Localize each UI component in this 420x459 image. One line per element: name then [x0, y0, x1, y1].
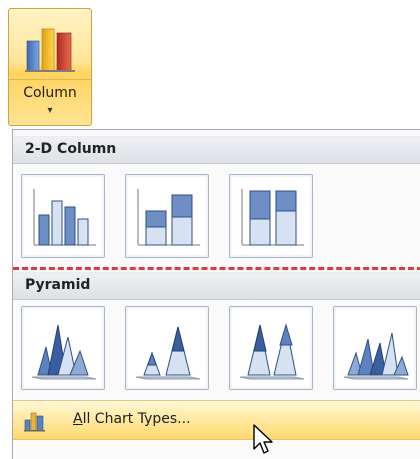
all-chart-types-menu-item[interactable]: All Chart Types... [13, 400, 420, 440]
stacked-pyramid-icon [135, 326, 201, 380]
100-stacked-pyramid-icon [239, 323, 305, 380]
all-chart-types-icon [23, 410, 47, 436]
clustered-column-icon [33, 189, 96, 246]
stacked-pyramid-thumb[interactable] [125, 306, 209, 390]
column-chart-icon [23, 23, 79, 73]
mouse-pointer-icon [253, 424, 275, 459]
chevron-down-icon[interactable]: ▾ [9, 105, 91, 116]
clustered-column-thumb[interactable] [21, 174, 105, 258]
3d-pyramid-thumb[interactable] [333, 306, 417, 390]
column-button-label: Column [23, 85, 77, 101]
column-chart-button[interactable]: Column ▾ [8, 8, 92, 126]
clustered-pyramid-icon [31, 324, 97, 380]
100-stacked-column-thumb[interactable] [229, 174, 313, 258]
100-stacked-column-icon [241, 189, 304, 246]
3d-pyramid-icon [343, 332, 409, 380]
chart-type-gallery: 2-D Column Pyramid All Chart Types... [12, 129, 420, 459]
100-stacked-pyramid-thumb[interactable] [229, 306, 313, 390]
stacked-column-thumb[interactable] [125, 174, 209, 258]
stacked-column-icon [137, 189, 200, 246]
all-chart-types-label: All Chart Types... [73, 411, 191, 427]
dashed-separator [13, 267, 420, 270]
section-header-pyramid: Pyramid [13, 272, 420, 300]
section-header-2d-column: 2-D Column [13, 136, 420, 164]
all-chart-types-text: ll Chart Types... [82, 411, 191, 427]
mnemonic-a: A [73, 411, 83, 427]
clustered-pyramid-thumb[interactable] [21, 306, 105, 390]
